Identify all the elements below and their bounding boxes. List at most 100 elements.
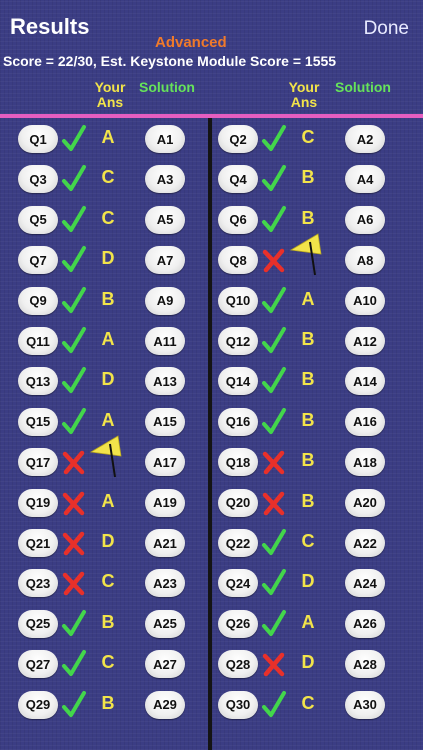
result-row: Q20 B A20 [218,485,408,521]
result-row: Q11 A A11 [18,323,208,359]
solution-button[interactable]: A15 [145,407,185,436]
your-answer-header-left: Your Ans [90,80,130,110]
question-button[interactable]: Q25 [18,609,58,638]
difficulty-level: Advanced [155,34,227,51]
result-row: Q22 C A22 [218,525,408,561]
solution-button[interactable]: A10 [345,286,385,315]
question-button[interactable]: Q28 [218,650,258,679]
question-button[interactable]: Q23 [18,569,58,598]
cross-icon [261,447,287,477]
check-icon [261,528,287,558]
question-button[interactable]: Q13 [18,367,58,396]
solution-button[interactable]: A3 [145,165,185,194]
solution-button[interactable]: A18 [345,448,385,477]
question-button[interactable]: Q18 [218,448,258,477]
solution-header-right: Solution [335,79,391,95]
solution-button[interactable]: A12 [345,327,385,355]
check-icon [261,407,287,437]
question-button[interactable]: Q15 [18,407,58,436]
solution-button[interactable]: A1 [145,125,185,153]
user-answer: A [101,127,115,147]
question-button[interactable]: Q2 [218,125,258,153]
result-row: Q26 A A26 [218,606,408,642]
question-button[interactable]: Q22 [218,529,258,557]
result-row: Q17 A17 [18,435,208,480]
solution-button[interactable]: A19 [145,488,185,517]
question-button[interactable]: Q3 [18,165,58,194]
your-ans-line2: Ans [96,94,124,110]
solution-button[interactable]: A7 [145,246,185,275]
question-button[interactable]: Q11 [18,327,58,355]
check-icon [61,124,87,154]
check-icon [261,286,287,316]
question-button[interactable]: Q8 [218,246,258,275]
user-answer: B [101,611,115,632]
question-button[interactable]: Q5 [18,205,58,234]
page-title: Results [10,14,90,39]
user-answer: D [101,369,115,390]
result-row: Q23 C A23 [18,565,208,601]
question-button[interactable]: Q7 [18,246,58,275]
cross-icon [261,245,287,275]
result-row: Q8 A8 [218,233,408,278]
solution-button[interactable]: A26 [345,609,385,638]
question-button[interactable]: Q10 [218,286,258,315]
question-button[interactable]: Q17 [18,448,58,477]
user-answer: D [101,531,115,551]
question-button[interactable]: Q14 [218,367,258,396]
result-row: Q7 D A7 [18,242,208,278]
solution-button[interactable]: A11 [145,327,185,355]
user-answer: C [301,531,315,551]
solution-button[interactable]: A29 [145,690,185,719]
question-button[interactable]: Q1 [18,125,58,153]
solution-button[interactable]: A16 [345,407,385,436]
result-row: Q12 B A12 [218,323,408,359]
solution-button[interactable]: A20 [345,488,385,517]
question-button[interactable]: Q26 [218,609,258,638]
question-button[interactable]: Q20 [218,488,258,517]
done-button[interactable]: Done [364,18,409,40]
solution-button[interactable]: A13 [145,367,185,396]
solution-button[interactable]: A4 [345,165,385,194]
solution-button[interactable]: A22 [345,529,385,557]
solution-button[interactable]: A21 [145,529,185,557]
solution-button[interactable]: A23 [145,569,185,598]
solution-button[interactable]: A2 [345,125,385,153]
question-button[interactable]: Q27 [18,650,58,679]
solution-button[interactable]: A6 [345,205,385,234]
solution-button[interactable]: A9 [145,286,185,315]
solution-button[interactable]: A28 [345,650,385,679]
solution-button[interactable]: A24 [345,569,385,598]
question-button[interactable]: Q6 [218,205,258,234]
check-icon [261,366,287,396]
question-button[interactable]: Q29 [18,690,58,719]
question-button[interactable]: Q21 [18,529,58,557]
solution-button[interactable]: A14 [345,367,385,396]
result-row: Q18 B A18 [218,444,408,480]
solution-button[interactable]: A17 [145,448,185,477]
solution-button[interactable]: A5 [145,205,185,234]
solution-button[interactable]: A8 [345,246,385,275]
question-button[interactable]: Q16 [218,407,258,436]
result-row: Q25 B A25 [18,606,208,642]
question-button[interactable]: Q4 [218,165,258,194]
question-button[interactable]: Q19 [18,488,58,517]
check-icon [261,164,287,194]
result-row: Q28 D A28 [218,646,408,682]
check-icon [261,609,287,639]
user-answer: D [301,571,315,592]
results-header: Results Done Advanced Score = 22/30, Est… [0,0,423,118]
cross-icon [61,447,87,477]
check-icon [61,366,87,396]
solution-button[interactable]: A30 [345,690,385,719]
result-row: Q3 C A3 [18,161,208,197]
question-button[interactable]: Q24 [218,569,258,598]
question-button[interactable]: Q9 [18,286,58,315]
user-answer: C [101,167,115,188]
solution-button[interactable]: A27 [145,650,185,679]
solution-button[interactable]: A25 [145,609,185,638]
question-button[interactable]: Q12 [218,327,258,355]
your-ans-line1: Your [288,79,320,95]
question-button[interactable]: Q30 [218,690,258,719]
user-answer: A [101,409,115,430]
